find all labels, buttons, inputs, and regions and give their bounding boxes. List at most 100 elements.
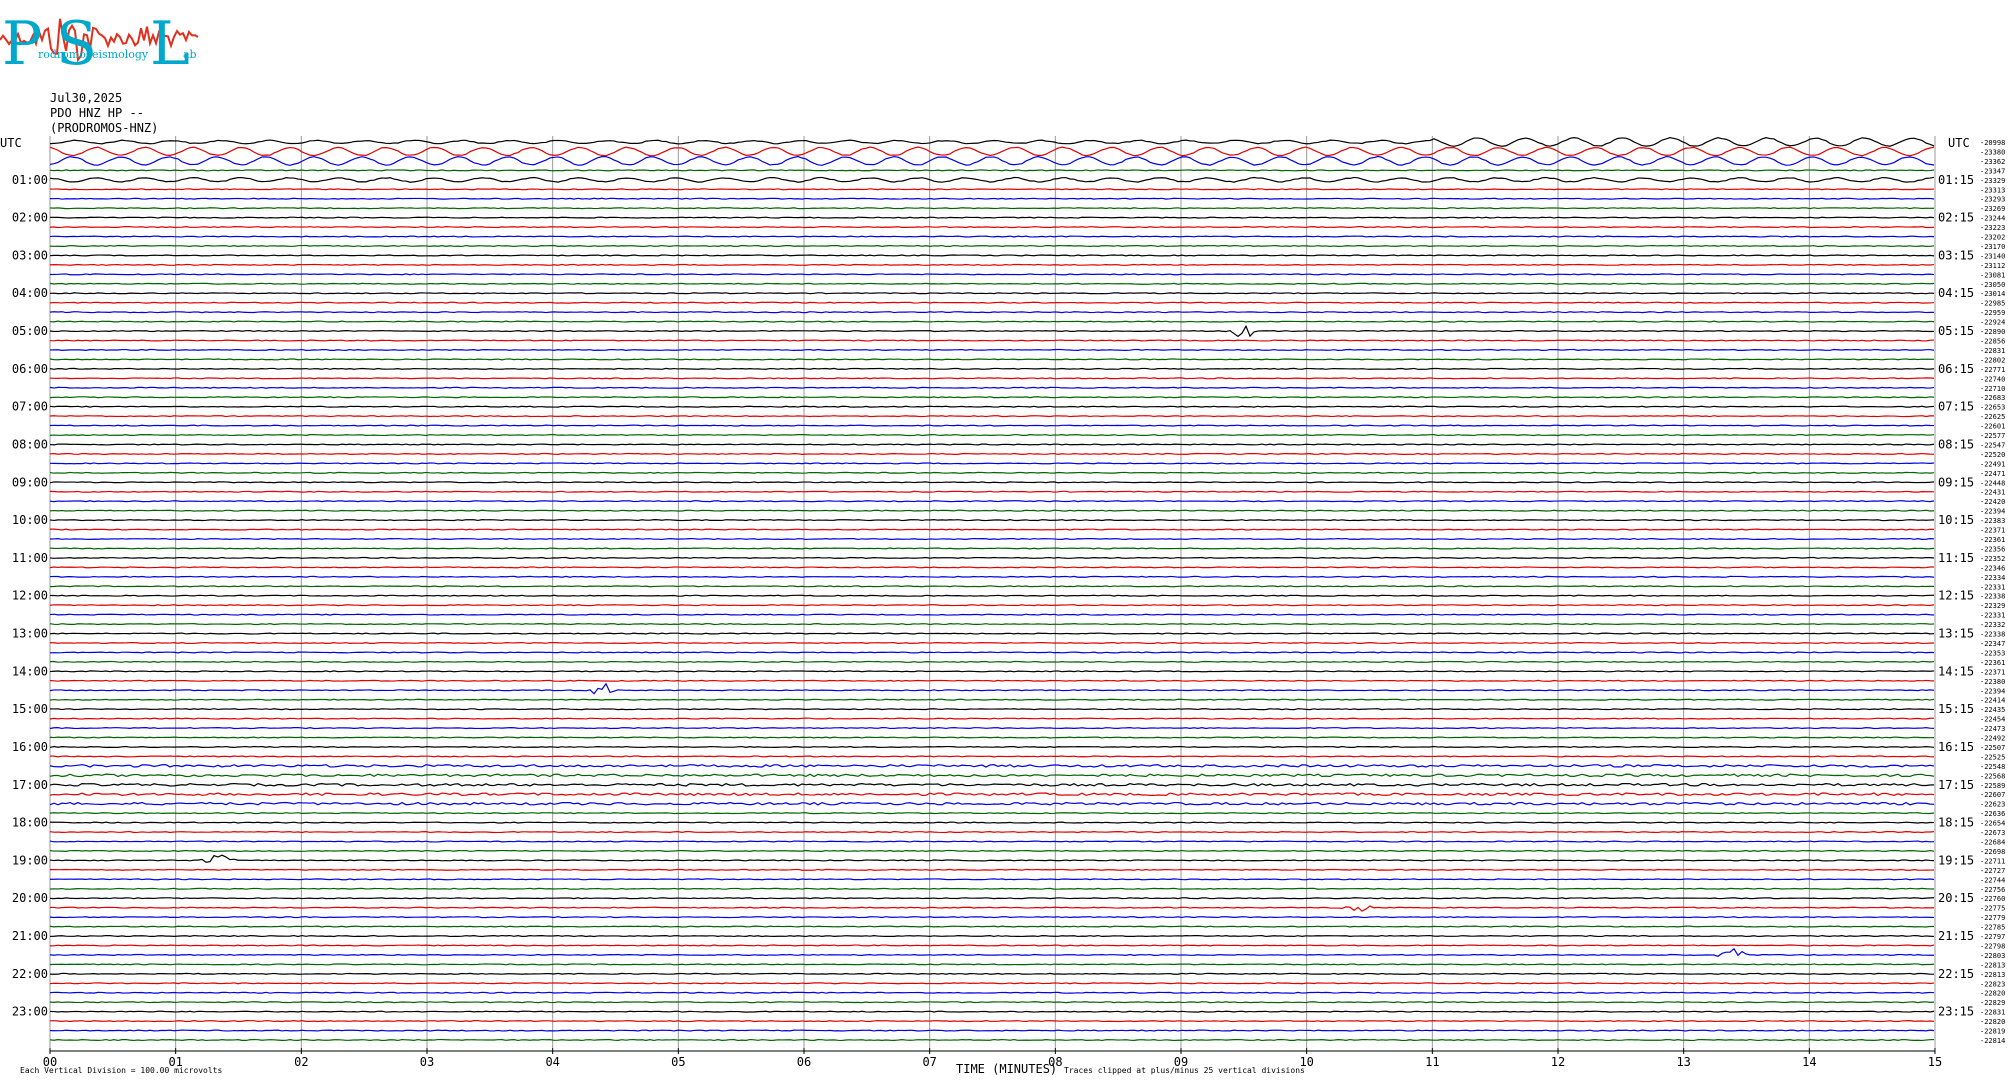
seismic-trace [49,991,1935,994]
trace-offset-label: -22601 [1980,423,2005,431]
seismic-trace [49,443,1935,446]
seismic-trace [49,519,1935,522]
seismic-trace [49,849,1935,853]
seismic-trace [49,433,1935,437]
trace-offset-label: -22779 [1980,914,2005,922]
right-hour-label: 21:15 [1938,929,1974,943]
left-hour-label: 14:00 [12,664,48,678]
seismic-trace [49,887,1935,890]
left-hour-label: 10:00 [12,513,48,527]
seismic-trace [49,324,1935,338]
x-tick-label: 13 [1676,1055,1690,1069]
trace-offset-label: -23269 [1980,205,2005,213]
seismic-trace [49,947,1935,957]
seismic-trace [49,528,1935,531]
trace-offset-label: -23244 [1980,215,2005,223]
trace-offset-label: -22760 [1980,895,2005,903]
trace-offset-label: -22347 [1980,640,2005,648]
left-hour-label: 06:00 [12,362,48,376]
trace-offset-label: -23347 [1980,167,2005,175]
seismic-trace [49,905,1935,912]
left-hour-label: 09:00 [12,475,48,489]
trace-offset-label: -22346 [1980,564,2005,572]
trace-group [49,136,1935,1042]
seismic-trace [49,386,1935,389]
trace-offset-label: -22813 [1980,961,2005,969]
seismic-trace [49,301,1935,304]
seismic-trace [49,367,1935,370]
trace-offset-label: -22332 [1980,621,2005,629]
trace-offset-label: -22814 [1980,1037,2005,1045]
seismic-trace [49,801,1935,806]
seismic-trace [49,660,1935,663]
trace-offset-label: -23380 [1980,148,2005,156]
trace-offset-label: -22813 [1980,971,2005,979]
seismic-trace [49,273,1935,276]
trace-offset-label: -22548 [1980,763,2005,771]
left-hour-label: 03:00 [12,248,48,262]
seismic-trace [49,1038,1935,1042]
left-hour-label: 01:00 [12,173,48,187]
seismic-trace [49,197,1935,200]
right-hour-label: 19:15 [1938,853,1974,867]
seismic-trace [49,982,1935,985]
trace-offset-label: -22924 [1980,319,2005,327]
helicorder-chart: 01:00 02:00 03:00 04:00 05:00 06:00 07:00 08:00… [0,136,2005,1076]
right-hour-label: 13:15 [1938,627,1974,641]
x-tick-label: 12 [1551,1055,1565,1069]
trace-offset-label: -20998 [1980,139,2005,147]
trace-offset-label: -22698 [1980,848,2005,856]
seismic-trace [49,254,1935,257]
seismic-trace [49,585,1935,588]
trace-offset-label: -22435 [1980,706,2005,714]
trace-offset-label: -22797 [1980,933,2005,941]
seismic-trace [49,169,1935,172]
x-tick-label: 02 [294,1055,308,1069]
right-hour-label: 01:15 [1938,173,1974,187]
seismic-trace [49,727,1935,730]
trace-offset-label: -23223 [1980,224,2005,232]
left-hour-label: 20:00 [12,891,48,905]
seismic-trace [49,604,1935,607]
right-hour-label: 23:15 [1938,1005,1974,1019]
trace-offset-label: -22356 [1980,545,2005,553]
left-hour-label: 02:00 [12,211,48,225]
seismic-trace [49,282,1935,285]
trace-offset-label: -23202 [1980,234,2005,242]
x-tick-label: 07 [922,1055,936,1069]
trace-offset-label: -22820 [1980,990,2005,998]
trace-offset-label: -22589 [1980,782,2005,790]
right-hour-label: 02:15 [1938,211,1974,225]
seismic-trace [49,216,1935,219]
seismic-trace [49,500,1935,503]
seismic-trace [49,812,1935,815]
seismic-trace [49,670,1935,673]
trace-offset-label: -23170 [1980,243,2005,251]
seismic-trace [49,792,1935,797]
seismic-trace [49,176,1935,183]
trace-offset-label: -22831 [1980,347,2005,355]
left-hour-label: 07:00 [12,400,48,414]
seismic-trace [49,339,1935,342]
seismic-trace [49,972,1935,975]
trace-offset-label: -22802 [1980,356,2005,364]
seismic-trace [49,405,1935,408]
seismic-trace [49,717,1935,720]
seismic-trace [49,244,1935,248]
seismic-trace [49,509,1935,512]
trace-offset-label: -22380 [1980,678,2005,686]
seismic-trace [49,311,1935,314]
right-hour-label: 14:15 [1938,664,1974,678]
trace-offset-label: -23014 [1980,290,2005,298]
right-hour-label: 15:15 [1938,702,1974,716]
trace-offset-label: -22414 [1980,697,2005,705]
x-tick-label: 05 [671,1055,685,1069]
right-hour-label: 16:15 [1938,740,1974,754]
left-hour-label: 21:00 [12,929,48,943]
trace-offset-label: -22448 [1980,479,2005,487]
right-hour-label: 20:15 [1938,891,1974,905]
left-utc-label: UTC [0,136,22,150]
left-hour-label: 19:00 [12,853,48,867]
trace-offset-label: -22683 [1980,394,2005,402]
seismic-trace [49,897,1935,900]
